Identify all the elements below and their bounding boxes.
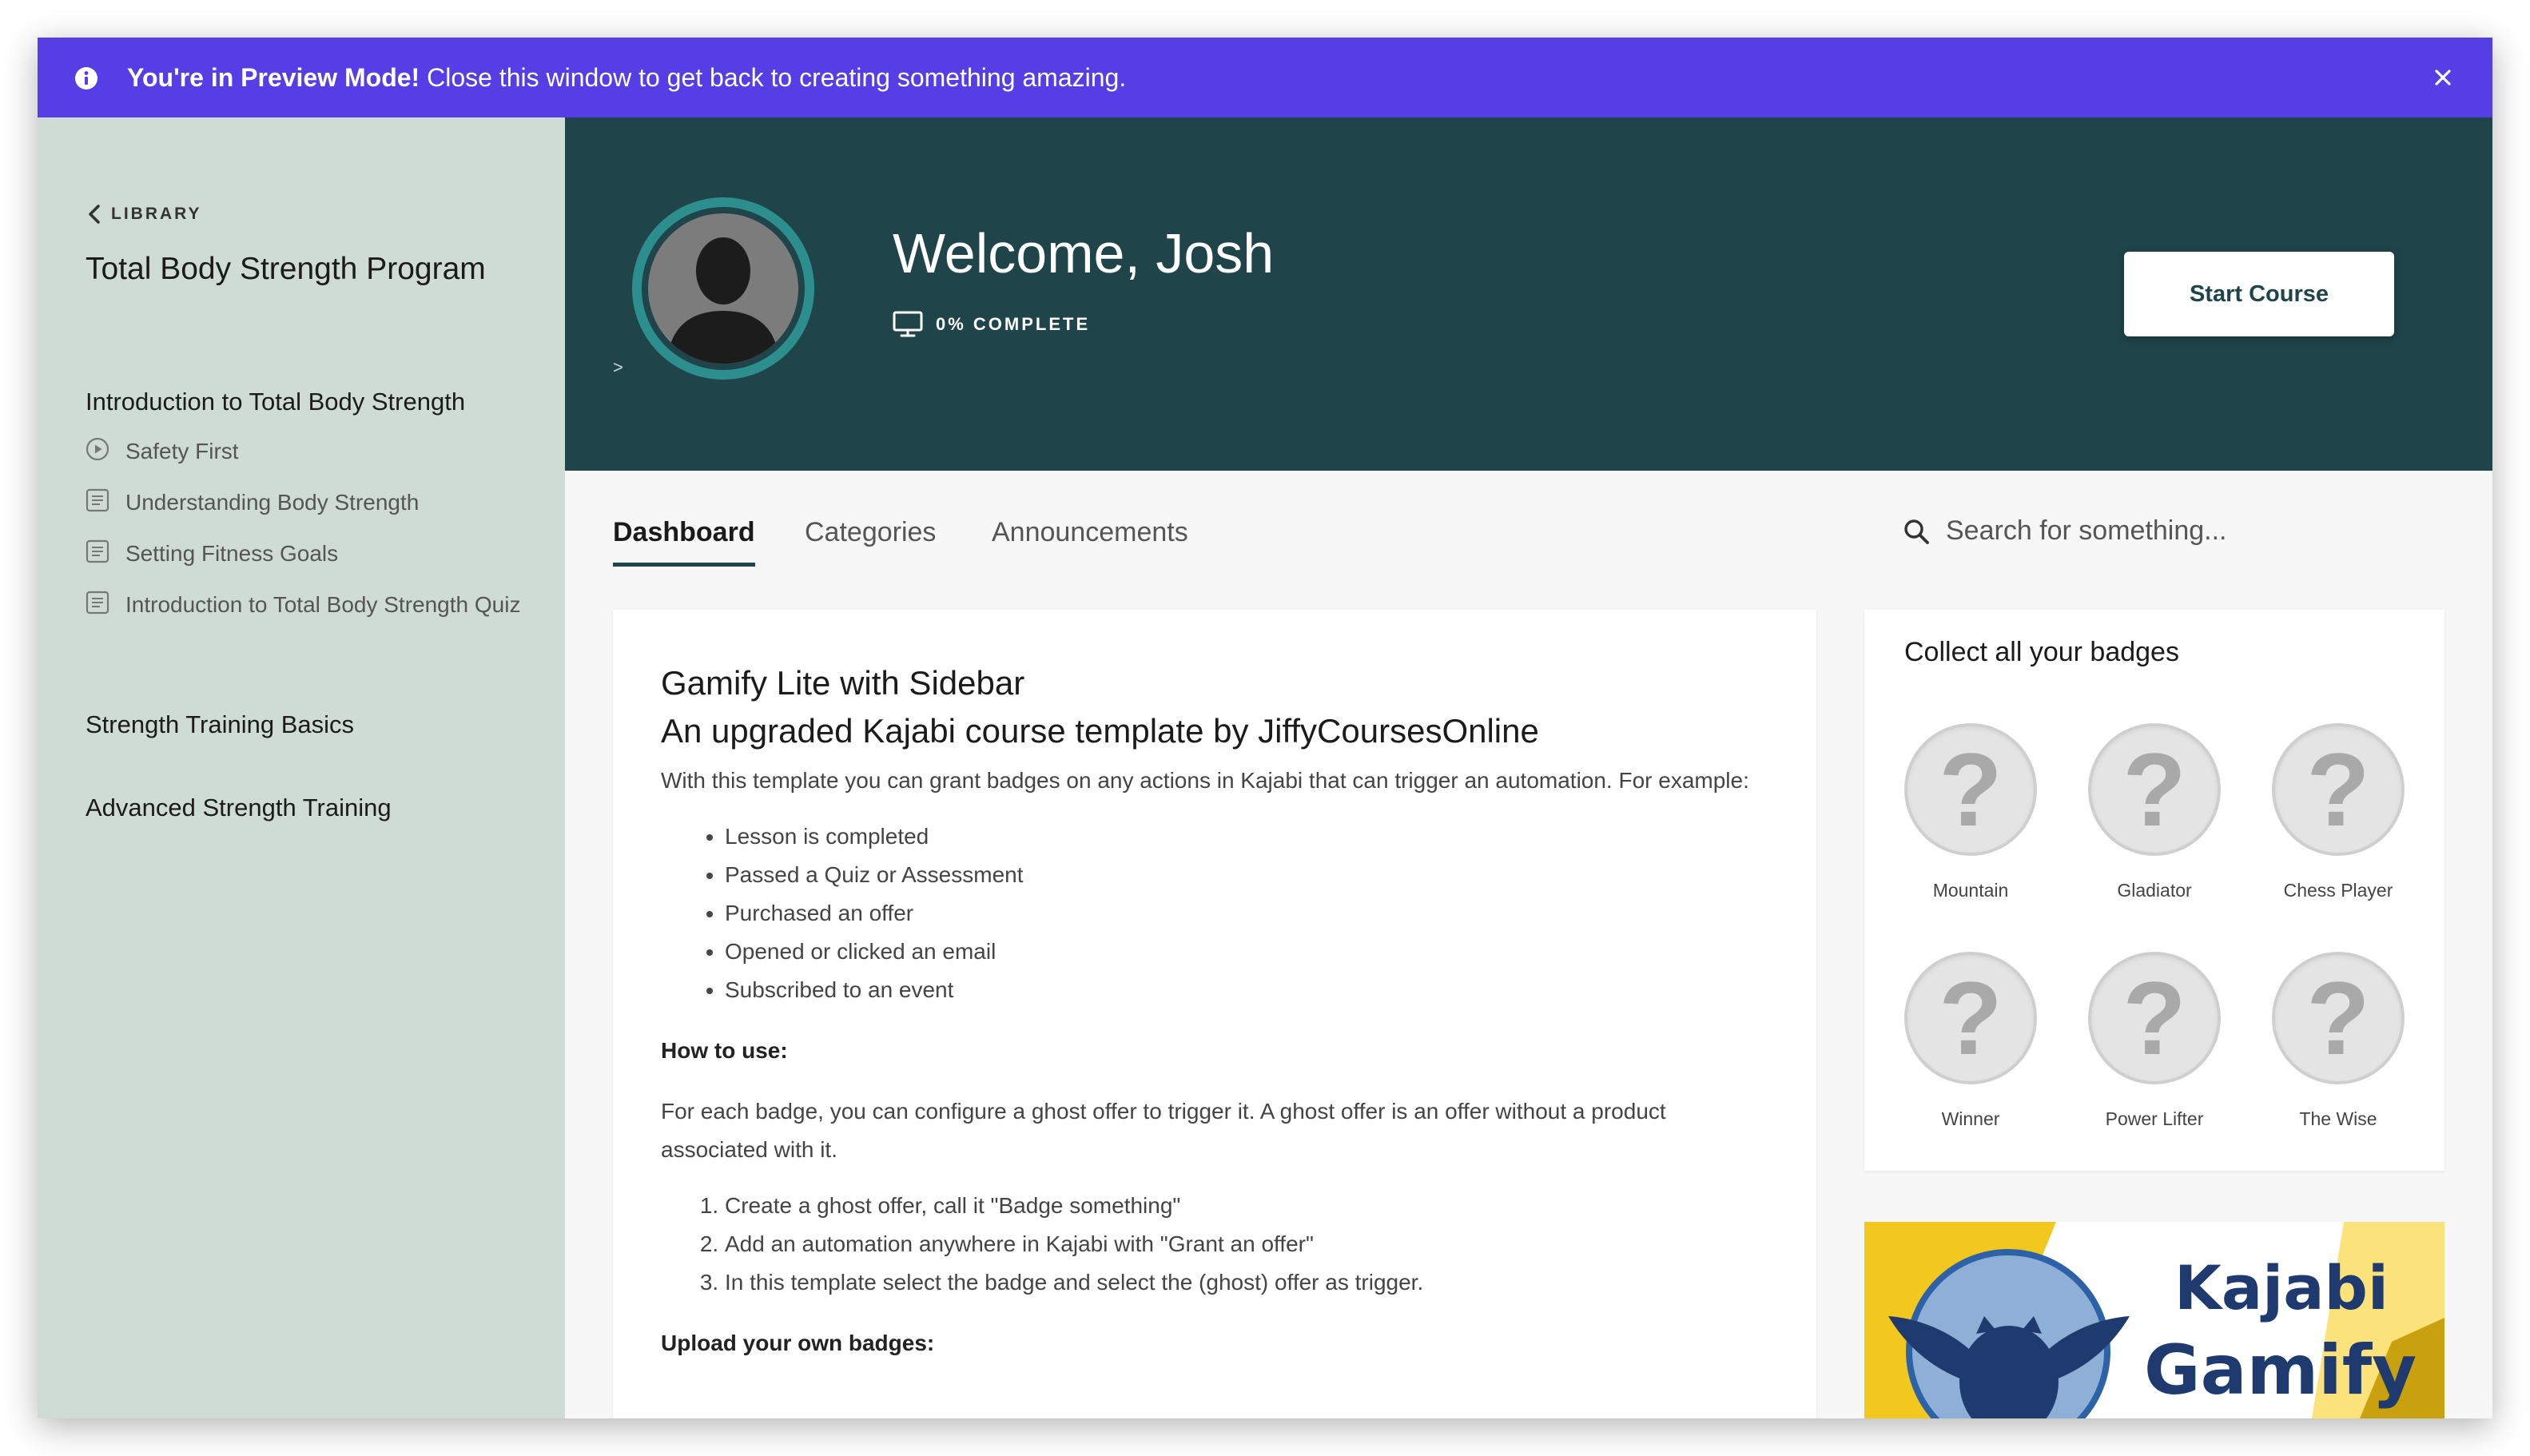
avatar	[632, 197, 814, 380]
content-title-line2: An upgraded Kajabi course template by Ji…	[661, 712, 1539, 750]
promo-title-line2: Gamify	[2144, 1331, 2417, 1410]
program-title: Total Body Strength Program	[86, 252, 486, 286]
badges-card: Collect all your badges ? Mountain ? Gla…	[1864, 610, 2444, 1171]
badge-gladiator[interactable]: ? Gladiator	[2075, 723, 2234, 901]
badge-name: The Wise	[2299, 1108, 2377, 1129]
list-item: Lesson is completed	[725, 818, 1764, 856]
badge-name: Gladiator	[2117, 880, 2192, 901]
course-header: > Welcome, Josh 0% COMPLETE Start Course	[565, 117, 2492, 471]
dashboard-content-card: Gamify Lite with Sidebar An upgraded Kaj…	[613, 610, 1816, 1418]
content-intro: With this template you can grant badges …	[661, 768, 1749, 793]
kajabi-gamify-promo-image[interactable]: Kajabi Gamify	[1864, 1222, 2444, 1418]
content-title-line1: Gamify Lite with Sidebar	[661, 664, 1025, 702]
steps-list: Create a ghost offer, call it "Badge som…	[661, 1187, 1764, 1302]
badge-locked-icon: ?	[2088, 723, 2221, 856]
list-item: Passed a Quiz or Assessment	[725, 856, 1764, 894]
user-silhouette-icon	[667, 237, 779, 364]
how-to-heading: How to use:	[661, 1038, 788, 1063]
sidebar-section-strength-training-basics[interactable]: Strength Training Basics	[86, 710, 354, 739]
library-back-link[interactable]: LIBRARY	[86, 204, 202, 225]
search-icon	[1904, 519, 1929, 544]
badge-name: Winner	[1941, 1108, 2000, 1129]
content-body: With this template you can grant badges …	[661, 762, 1764, 1363]
sidebar-lesson-intro-quiz[interactable]: Introduction to Total Body Strength Quiz	[86, 586, 541, 624]
list-item: In this template select the badge and se…	[725, 1263, 1764, 1302]
badge-power-lifter[interactable]: ? Power Lifter	[2075, 952, 2234, 1130]
list-item: Subscribed to an event	[725, 971, 1764, 1009]
badge-the-wise[interactable]: ? The Wise	[2258, 952, 2418, 1130]
lesson-label: Understanding Body Strength	[125, 490, 420, 515]
badge-name: Mountain	[1932, 880, 2009, 901]
document-icon	[86, 539, 109, 563]
preview-window: You're in Preview Mode! Close this windo…	[38, 38, 2492, 1418]
tab-categories[interactable]: Categories	[805, 517, 936, 563]
list-item: Add an automation anywhere in Kajabi wit…	[725, 1225, 1764, 1263]
badge-name: Chess Player	[2283, 880, 2393, 901]
progress-indicator: 0% COMPLETE	[893, 311, 1090, 338]
badge-locked-icon: ?	[2272, 723, 2405, 856]
badge-locked-icon: ?	[1904, 723, 2037, 856]
preview-banner: You're in Preview Mode! Close this windo…	[38, 38, 2492, 117]
document-icon	[86, 488, 109, 512]
lesson-label: Setting Fitness Goals	[125, 541, 339, 566]
trigger-list: Lesson is completed Passed a Quiz or Ass…	[661, 818, 1764, 1009]
progress-label: 0% COMPLETE	[936, 314, 1091, 334]
library-label: LIBRARY	[111, 205, 202, 223]
welcome-heading: Welcome, Josh	[893, 222, 1275, 284]
preview-message: You're in Preview Mode! Close this windo…	[127, 62, 1126, 93]
search-bar	[1903, 515, 2281, 547]
sidebar-lesson-safety-first[interactable]: Safety First	[86, 432, 541, 471]
monitor-icon	[893, 311, 923, 337]
preview-message-bold: You're in Preview Mode!	[127, 63, 420, 92]
badge-mountain[interactable]: ? Mountain	[1891, 723, 2051, 901]
play-circle-icon	[86, 437, 109, 461]
sidebar-lesson-setting-fitness-goals[interactable]: Setting Fitness Goals	[86, 535, 541, 573]
preview-message-text: Close this window to get back to creatin…	[420, 63, 1127, 92]
list-item: Purchased an offer	[725, 894, 1764, 933]
tab-announcements[interactable]: Announcements	[992, 517, 1188, 563]
badges-title: Collect all your badges	[1904, 637, 2179, 667]
caret-mark: >	[613, 357, 623, 377]
sidebar-section-introduction[interactable]: Introduction to Total Body Strength	[86, 388, 465, 416]
list-item: Create a ghost offer, call it "Badge som…	[725, 1187, 1764, 1225]
badge-chess-player[interactable]: ? Chess Player	[2258, 723, 2418, 901]
lesson-label: Introduction to Total Body Strength Quiz	[125, 592, 521, 617]
sidebar-section-advanced-strength-training[interactable]: Advanced Strength Training	[86, 794, 392, 822]
badge-name: Power Lifter	[2105, 1108, 2204, 1129]
list-item: Opened or clicked an email	[725, 933, 1764, 971]
lesson-label: Safety First	[125, 439, 239, 463]
document-icon	[86, 591, 109, 615]
info-icon	[75, 67, 97, 90]
upload-heading: Upload your own badges:	[661, 1331, 935, 1355]
start-course-button[interactable]: Start Course	[2124, 252, 2394, 336]
promo-title-line1: Kajabi	[2174, 1252, 2389, 1323]
close-icon[interactable]	[2430, 65, 2456, 90]
search-input[interactable]	[1946, 515, 2281, 547]
how-to-text: For each badge, you can configure a ghos…	[661, 1099, 1666, 1162]
course-sidebar: LIBRARY Total Body Strength Program Intr…	[38, 117, 565, 1418]
content-title: Gamify Lite with Sidebar An upgraded Kaj…	[661, 659, 1539, 755]
sidebar-lesson-understanding-body-strength[interactable]: Understanding Body Strength	[86, 483, 541, 522]
badge-locked-icon: ?	[1904, 952, 2037, 1084]
tab-dashboard[interactable]: Dashboard	[613, 517, 755, 567]
badge-winner[interactable]: ? Winner	[1891, 952, 2051, 1130]
chevron-left-icon	[89, 205, 100, 224]
badge-locked-icon: ?	[2088, 952, 2221, 1084]
badge-locked-icon: ?	[2272, 952, 2405, 1084]
